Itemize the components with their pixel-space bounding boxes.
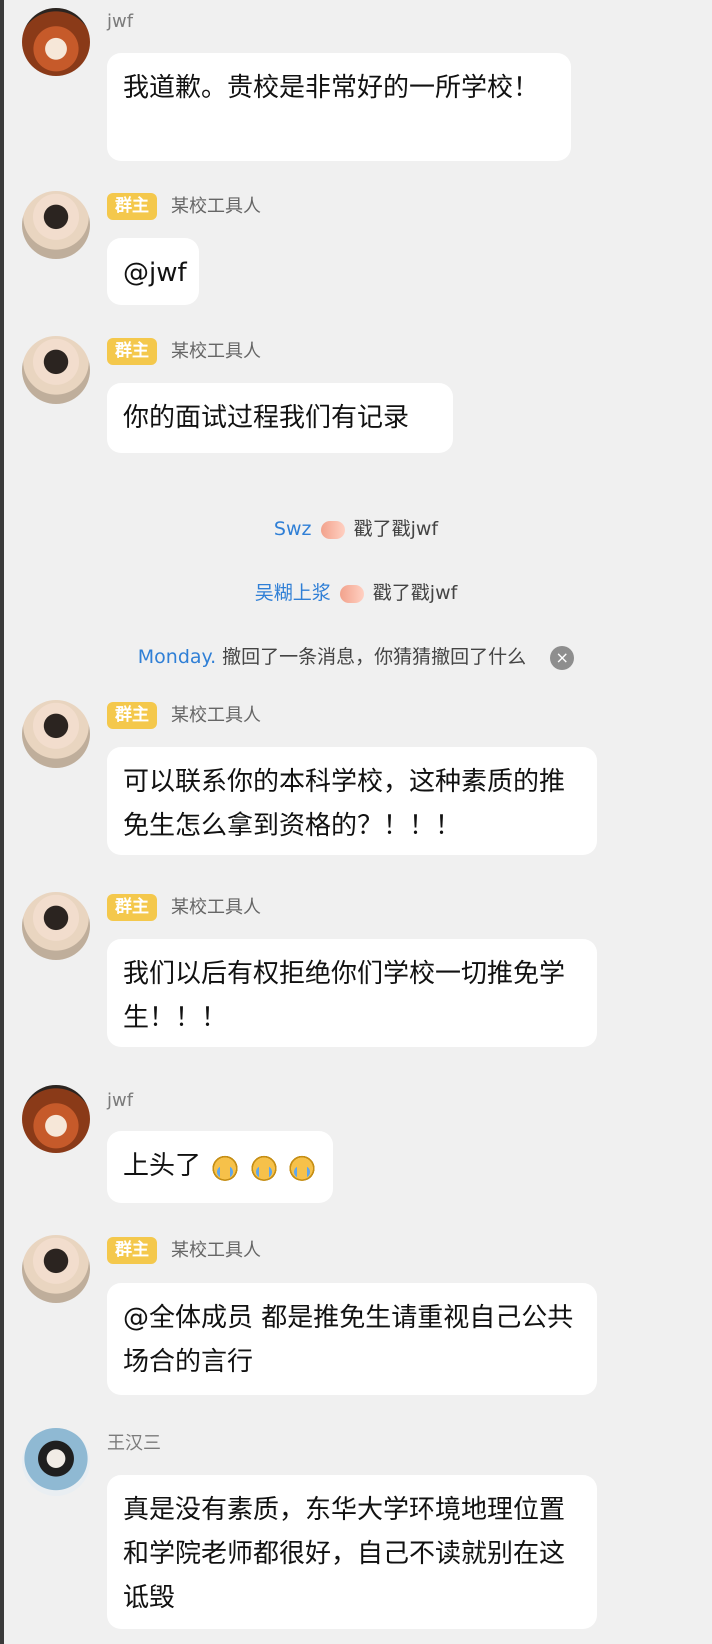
message-bubble[interactable]: @jwf	[107, 238, 199, 305]
crying-face-icon	[287, 1152, 316, 1181]
message-bubble[interactable]: 上头了	[107, 1131, 333, 1203]
avatar[interactable]	[22, 336, 90, 404]
avatar[interactable]	[22, 1428, 90, 1496]
poke-action: 戳了戳jwf	[372, 582, 458, 604]
message-bubble[interactable]: 我们以后有权拒绝你们学校一切推免学生！！！	[107, 939, 597, 1047]
system-notice: Swz 戳了戳jwf	[0, 514, 712, 541]
message-text: @全体成员 都是推免生请重视自己公共场合的言行	[123, 1303, 574, 1377]
avatar[interactable]	[22, 700, 90, 768]
message-text: 真是没有素质，东华大学环境地理位置和学院老师都很好，自己不读就别在这诋毁	[123, 1495, 566, 1613]
message-text: 你的面试过程我们有记录	[123, 403, 410, 433]
crying-face-icon	[249, 1152, 278, 1181]
left-edge-bar	[0, 0, 4, 1644]
pointing-hand-icon	[339, 584, 364, 603]
sender-name: 某校工具人	[171, 705, 261, 726]
message-bubble[interactable]: 你的面试过程我们有记录	[107, 383, 453, 453]
message-text: 我们以后有权拒绝你们学校一切推免学生！！！	[123, 959, 566, 1033]
system-notice: Monday. 撤回了一条消息，你猜猜撤回了什么 ×	[0, 642, 712, 670]
close-circle-icon[interactable]: ×	[550, 645, 575, 670]
poke-actor[interactable]: 吴糊上浆	[255, 582, 331, 604]
sender-name: 王汉三	[107, 1433, 161, 1454]
role-badge: 群主	[107, 894, 157, 921]
pointing-hand-icon	[320, 520, 345, 539]
sender-name: jwf	[107, 11, 134, 32]
sender-name: 某校工具人	[171, 897, 261, 918]
message-text: 上头了	[123, 1151, 202, 1181]
sender-name: 某校工具人	[171, 196, 261, 217]
avatar[interactable]	[22, 892, 90, 960]
avatar[interactable]	[22, 1235, 90, 1303]
sender-name: 某校工具人	[171, 341, 261, 362]
role-badge: 群主	[107, 338, 157, 365]
recall-action: 撤回了一条消息，你猜猜撤回了什么	[222, 646, 527, 668]
message-text: @jwf	[123, 258, 187, 288]
message-bubble[interactable]: 我道歉。贵校是非常好的一所学校！	[107, 53, 571, 161]
sender-name: 某校工具人	[171, 1240, 261, 1261]
poke-action: 戳了戳jwf	[353, 518, 439, 540]
crying-face-icon	[211, 1152, 240, 1181]
message-text: 可以联系你的本科学校，这种素质的推免生怎么拿到资格的？！！！	[123, 767, 566, 841]
poke-actor[interactable]: Swz	[274, 518, 312, 540]
message-bubble[interactable]: 可以联系你的本科学校，这种素质的推免生怎么拿到资格的？！！！	[107, 747, 597, 855]
role-badge: 群主	[107, 193, 157, 220]
system-notice: 吴糊上浆 戳了戳jwf	[0, 578, 712, 605]
avatar[interactable]	[22, 8, 90, 76]
role-badge: 群主	[107, 702, 157, 729]
recall-actor[interactable]: Monday.	[138, 646, 216, 668]
avatar[interactable]	[22, 191, 90, 259]
role-badge: 群主	[107, 1237, 157, 1264]
avatar[interactable]	[22, 1085, 90, 1153]
message-bubble[interactable]: @全体成员 都是推免生请重视自己公共场合的言行	[107, 1283, 597, 1395]
message-bubble[interactable]: 真是没有素质，东华大学环境地理位置和学院老师都很好，自己不读就别在这诋毁	[107, 1475, 597, 1629]
sender-name: jwf	[107, 1090, 134, 1111]
message-text: 我道歉。贵校是非常好的一所学校！	[123, 73, 540, 103]
